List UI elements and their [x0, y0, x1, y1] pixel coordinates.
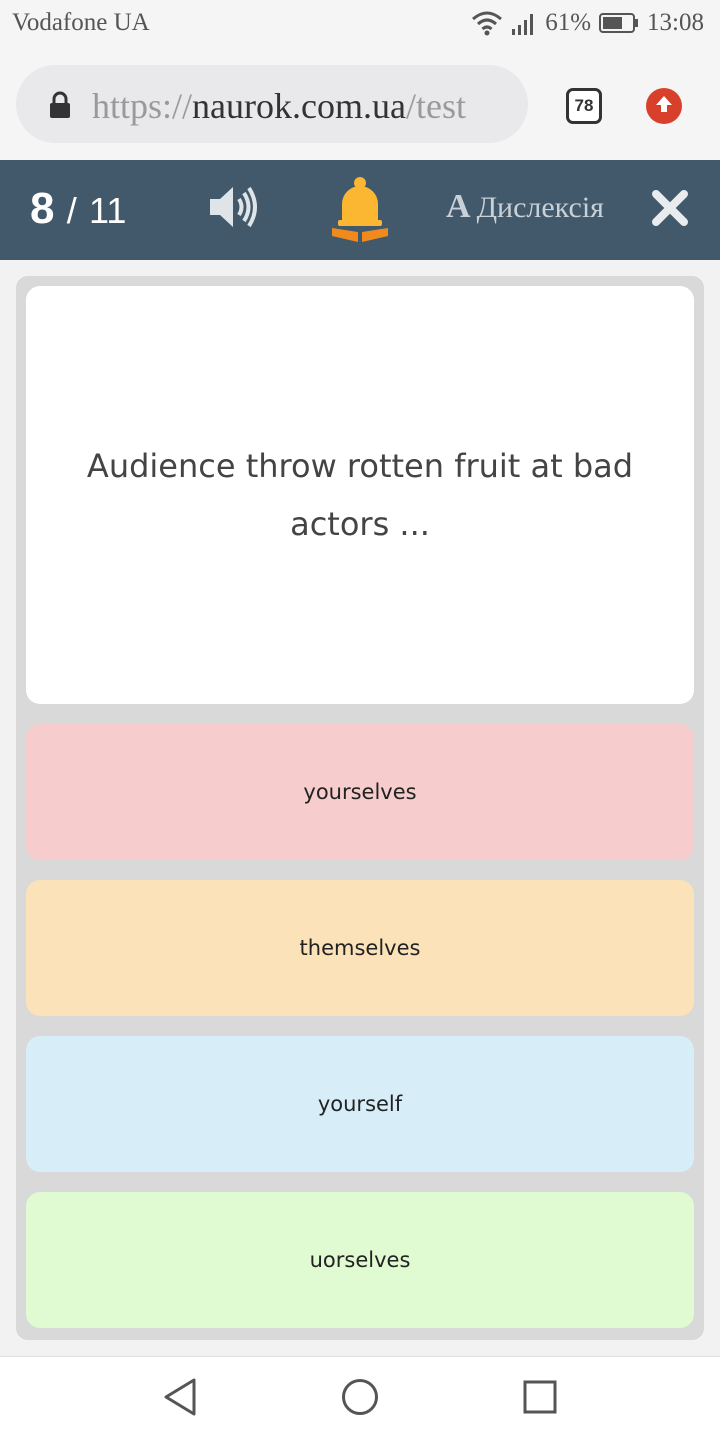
question-text: Audience throw rotten fruit at bad actor… — [86, 447, 634, 543]
clock: 13:08 — [647, 9, 704, 36]
question-card: Audience throw rotten fruit at bad actor… — [26, 286, 694, 704]
wifi-icon — [471, 10, 503, 36]
lock-icon — [48, 91, 72, 124]
answer-option[interactable]: yourself — [26, 1036, 694, 1172]
answer-label: yourself — [317, 1092, 403, 1116]
recents-icon[interactable] — [522, 1377, 558, 1422]
bell-icon[interactable] — [330, 176, 390, 249]
system-nav-bar — [0, 1356, 720, 1440]
total-questions: 11 — [88, 190, 127, 231]
home-icon[interactable] — [340, 1377, 380, 1422]
answer-option[interactable]: yourselves — [26, 724, 694, 860]
url-host: naurok.com.ua — [192, 86, 406, 126]
url-text[interactable]: https://naurok.com.ua/test — [92, 85, 512, 127]
back-icon[interactable] — [162, 1377, 198, 1422]
counter-separator: / — [66, 190, 77, 231]
address-bar[interactable]: https://naurok.com.ua/test — [16, 65, 528, 143]
dyslexia-label: Дислексія — [476, 191, 604, 224]
answer-label: uorselves — [309, 1248, 411, 1272]
question-counter: 8 / 11 — [30, 184, 126, 234]
battery-icon — [599, 12, 639, 34]
answer-option[interactable]: uorselves — [26, 1192, 694, 1328]
dyslexia-toggle[interactable]: A Дислексія — [446, 188, 604, 226]
url-scheme: https:// — [92, 86, 193, 126]
close-icon[interactable] — [652, 190, 688, 231]
update-button[interactable] — [646, 88, 682, 124]
battery-percent: 61% — [545, 9, 592, 36]
dyslexia-letter: A — [446, 188, 471, 225]
answer-label: themselves — [299, 936, 421, 960]
browser-toolbar: https://naurok.com.ua/test 78 — [0, 48, 720, 160]
status-bar: Vodafone UA 61% 13:08 — [0, 0, 720, 48]
answer-label: yourselves — [303, 780, 417, 804]
tabs-button[interactable]: 78 — [566, 88, 602, 124]
carrier-name: Vodafone UA — [12, 9, 150, 36]
status-icons: 61% 13:08 — [471, 9, 704, 37]
current-question: 8 — [30, 184, 55, 233]
arrow-up-icon — [653, 93, 675, 120]
answer-option[interactable]: themselves — [26, 880, 694, 1016]
signal-icon — [511, 11, 537, 35]
url-path: /test — [405, 86, 466, 126]
speaker-icon[interactable] — [208, 184, 258, 235]
